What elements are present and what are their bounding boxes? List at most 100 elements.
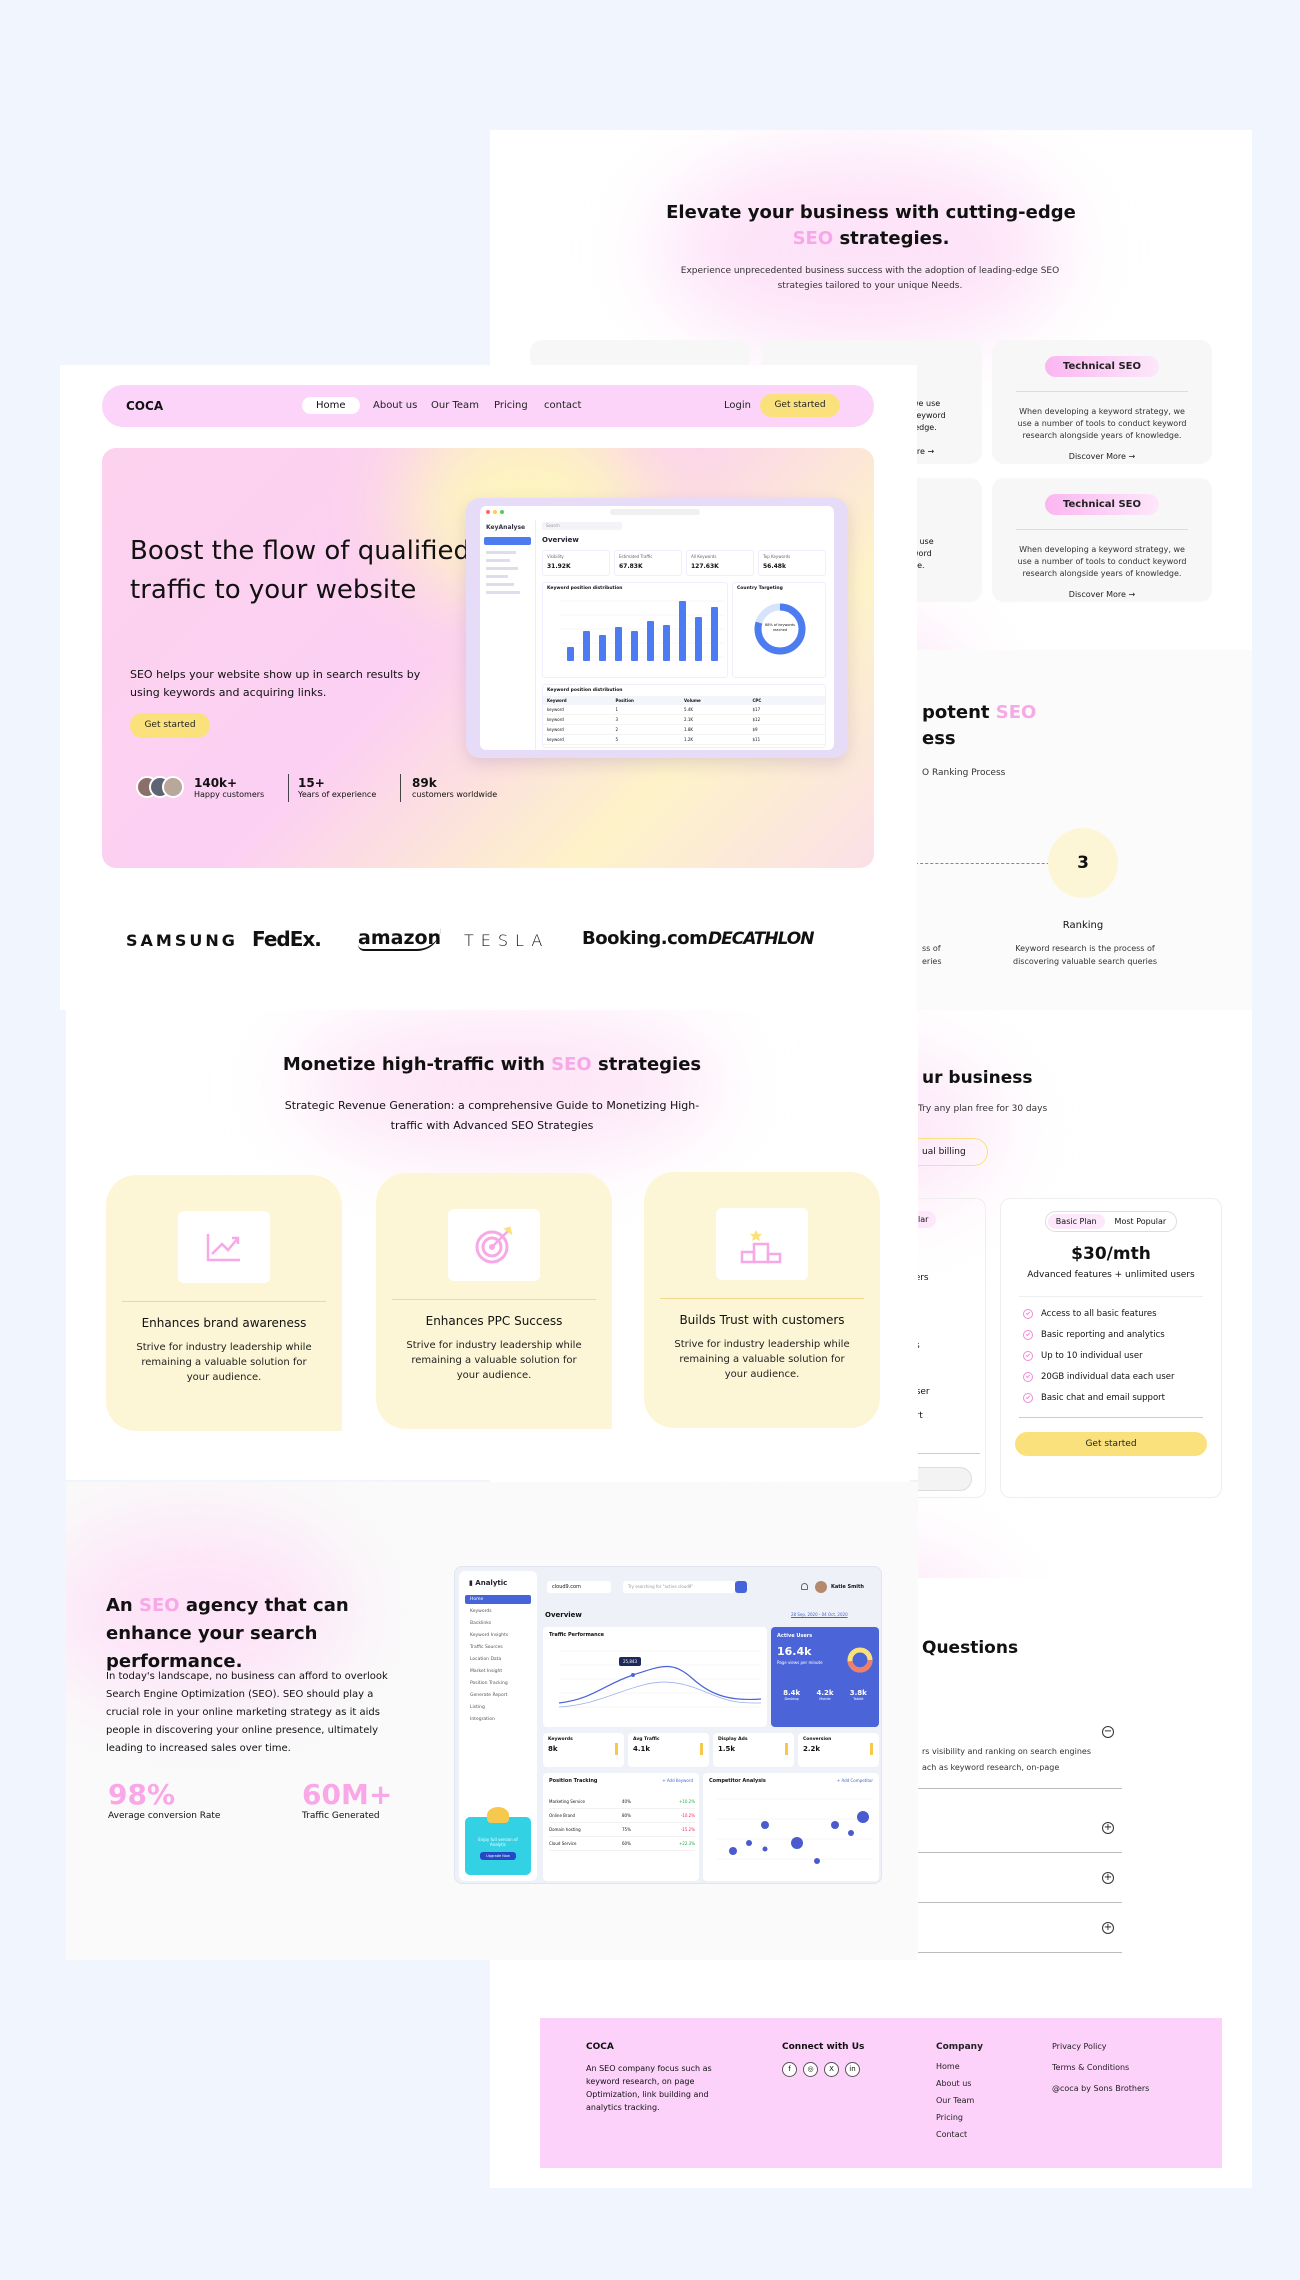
add-competitor-link[interactable]: + Add Competitor — [837, 1778, 873, 1783]
hero-dash-table: Keyword position distribution Keyword Pos… — [542, 684, 826, 748]
landing-panel: COCA Home About us Our Team Pricing cont… — [60, 365, 917, 1010]
analytic-menu-item[interactable]: Home — [465, 1595, 531, 1604]
analytic-menu-item[interactable]: Keyword Insights — [465, 1631, 531, 1640]
x-icon[interactable]: X — [824, 2062, 839, 2077]
analytic-kpi-card: Display Ads 1.5k — [713, 1733, 794, 1767]
hero-dash-bar-chart: Keyword position distribution — [542, 582, 728, 678]
analytic-menu-item[interactable]: Market Insight — [465, 1667, 531, 1676]
nav-link-team[interactable]: Our Team — [431, 400, 479, 411]
hero-bars-svg — [559, 600, 725, 661]
device-stat: 3.8k Tablet — [849, 1689, 867, 1701]
discover-more-link[interactable]: Discover More → — [992, 452, 1212, 461]
hero-subtitle: SEO helps your website show up in search… — [130, 668, 421, 699]
facebook-icon[interactable]: f — [782, 2062, 797, 2077]
hero-dash-menu-item[interactable] — [486, 567, 518, 570]
terms-link[interactable]: Terms & Conditions — [1052, 2063, 1149, 2072]
hero-dash-menu-item[interactable] — [486, 551, 516, 554]
footer-link-team[interactable]: Our Team — [936, 2096, 983, 2105]
analytic-menu-item[interactable]: Location Data — [465, 1655, 531, 1664]
plan-feature-item: Basic reporting and analytics — [1023, 1330, 1221, 1340]
faq-expand-icon[interactable]: + — [1102, 1822, 1114, 1834]
hero-dash-menu-item[interactable] — [486, 591, 520, 594]
billing-toggle[interactable]: ual billing — [910, 1138, 988, 1166]
analytic-menu-item[interactable]: Listing — [465, 1703, 531, 1712]
analytic-menu-item[interactable]: Traffic Sources — [465, 1643, 531, 1652]
footer-link-about[interactable]: About us — [936, 2079, 983, 2088]
pricing-card-partial[interactable]: lar sers cs user ort — [910, 1198, 986, 1498]
position-row: Domain hosting 75% -15.2% — [549, 1823, 695, 1837]
footer-link-pricing[interactable]: Pricing — [936, 2113, 983, 2122]
fedex-logo: FedEx. — [252, 927, 322, 951]
nav-link-about[interactable]: About us — [373, 400, 417, 411]
analytic-menu-item[interactable]: Keywords — [465, 1607, 531, 1616]
hero-dash-title: Overview — [542, 536, 579, 544]
service-card-text-partial: we use keyword ledge. ore → — [912, 399, 946, 456]
analytic-menu-item[interactable]: Integration — [465, 1715, 531, 1724]
hero-dash-menu-item[interactable] — [486, 575, 508, 578]
service-card-technical-seo-2[interactable]: Technical SEO When developing a keyword … — [992, 478, 1212, 602]
agency-stat-traffic: 60M+ Traffic Generated — [302, 1778, 393, 1821]
analytic-brand: ▮ Analytic — [469, 1579, 508, 1587]
hero-dash-search[interactable]: Search — [542, 522, 622, 530]
hero-table-row: keyword 5 1.2K $11 — [543, 735, 825, 745]
discover-more-link[interactable]: Discover More → — [992, 590, 1212, 599]
feature-card-brand-awareness: Enhances brand awareness Strive for indu… — [106, 1175, 342, 1431]
hero-bar — [663, 625, 670, 661]
domain-select[interactable]: cloud9.com — [547, 1581, 611, 1593]
nav-get-started-button[interactable]: Get started — [760, 394, 840, 417]
faq-expand-icon[interactable]: + — [1102, 1922, 1114, 1934]
hero-dashboard-frame: KeyAnalyse Search Overview Visibility 31.… — [466, 498, 848, 758]
faq-expand-icon[interactable]: + — [1102, 1872, 1114, 1884]
hero-dash-menu-item[interactable] — [486, 559, 510, 562]
most-popular-badge: Most Popular — [1114, 1217, 1167, 1226]
analytic-kpi-card: Keywords 8k — [543, 1733, 624, 1767]
stat-worldwide: 89k customers worldwide — [412, 776, 498, 799]
hero-dash-menu-item[interactable] — [486, 583, 514, 586]
plan-description: Advanced features + unlimited users — [1027, 1270, 1195, 1280]
services-title: Elevate your business with cutting-edge … — [666, 202, 1076, 249]
date-range[interactable]: 28 Sep, 2020 - 04 Oct, 2020 — [791, 1612, 848, 1617]
check-circle-icon — [1023, 1372, 1033, 1382]
nav-link-home[interactable]: Home — [302, 397, 360, 414]
hero-dash-sidebar: KeyAnalyse — [480, 520, 536, 750]
analytic-menu-item[interactable]: Generate Report — [465, 1691, 531, 1700]
position-row: Cloud Service 60% +22.3% — [549, 1837, 695, 1851]
privacy-policy-link[interactable]: Privacy Policy — [1052, 2042, 1149, 2051]
analytic-menu-item[interactable]: Position Tracking — [465, 1679, 531, 1688]
nav-link-pricing[interactable]: Pricing — [494, 400, 528, 411]
nav-link-contact[interactable]: contact — [544, 400, 581, 411]
footer-link-home[interactable]: Home — [936, 2062, 983, 2071]
upgrade-button[interactable]: Upgrade Now — [480, 1852, 516, 1860]
linkedin-icon[interactable]: in — [845, 2062, 860, 2077]
login-link[interactable]: Login — [724, 400, 751, 411]
faq-collapse-icon[interactable]: − — [1102, 1726, 1114, 1738]
user-avatar[interactable] — [815, 1581, 827, 1593]
footer-link-contact[interactable]: Contact — [936, 2130, 983, 2139]
step-text: Keyword research is the process of disco… — [1012, 944, 1157, 966]
hero-get-started-button[interactable]: Get started — [130, 713, 210, 738]
service-card-technical-seo-1[interactable]: Technical SEO When developing a keyword … — [992, 340, 1212, 464]
footer-company: Company Home About us Our Team Pricing C… — [936, 2042, 983, 2139]
hero-dash-menu-active[interactable] — [484, 537, 531, 545]
footer-connect-title: Connect with Us — [782, 2042, 865, 2052]
add-keyword-link[interactable]: + Add Keyword — [662, 1778, 693, 1783]
traffic-line-chart — [558, 1650, 762, 1708]
pricing-partial-button[interactable] — [910, 1467, 972, 1491]
instagram-icon[interactable]: ◎ — [803, 2062, 818, 2077]
footer: COCA An SEO company focus such as keywor… — [540, 2018, 1222, 2168]
nav-logo[interactable]: COCA — [126, 399, 163, 413]
analytic-menu-item[interactable]: Backlinks — [465, 1619, 531, 1628]
analytic-search-button[interactable] — [735, 1581, 747, 1593]
analytic-search-input[interactable]: Try searching for "active cloud9" — [623, 1581, 735, 1593]
device-stat: 4.2k Mobile — [816, 1689, 834, 1701]
faq-answer: rs visibility and ranking on search engi… — [922, 1747, 1091, 1772]
plan-tag: Basic Plan — [1047, 1214, 1105, 1229]
plan-get-started-button[interactable]: Get started — [1015, 1432, 1207, 1456]
bell-icon[interactable] — [801, 1583, 808, 1590]
active-users-card: Active Users 16.4k Page views per minute… — [771, 1627, 879, 1727]
check-circle-icon — [1023, 1330, 1033, 1340]
hero-kpi-card: All Keywords 127.63K — [686, 550, 754, 576]
hero-bar — [615, 627, 622, 661]
samsung-logo: SAMSUNG — [126, 931, 238, 950]
user-name[interactable]: Katie Smith — [831, 1584, 864, 1590]
